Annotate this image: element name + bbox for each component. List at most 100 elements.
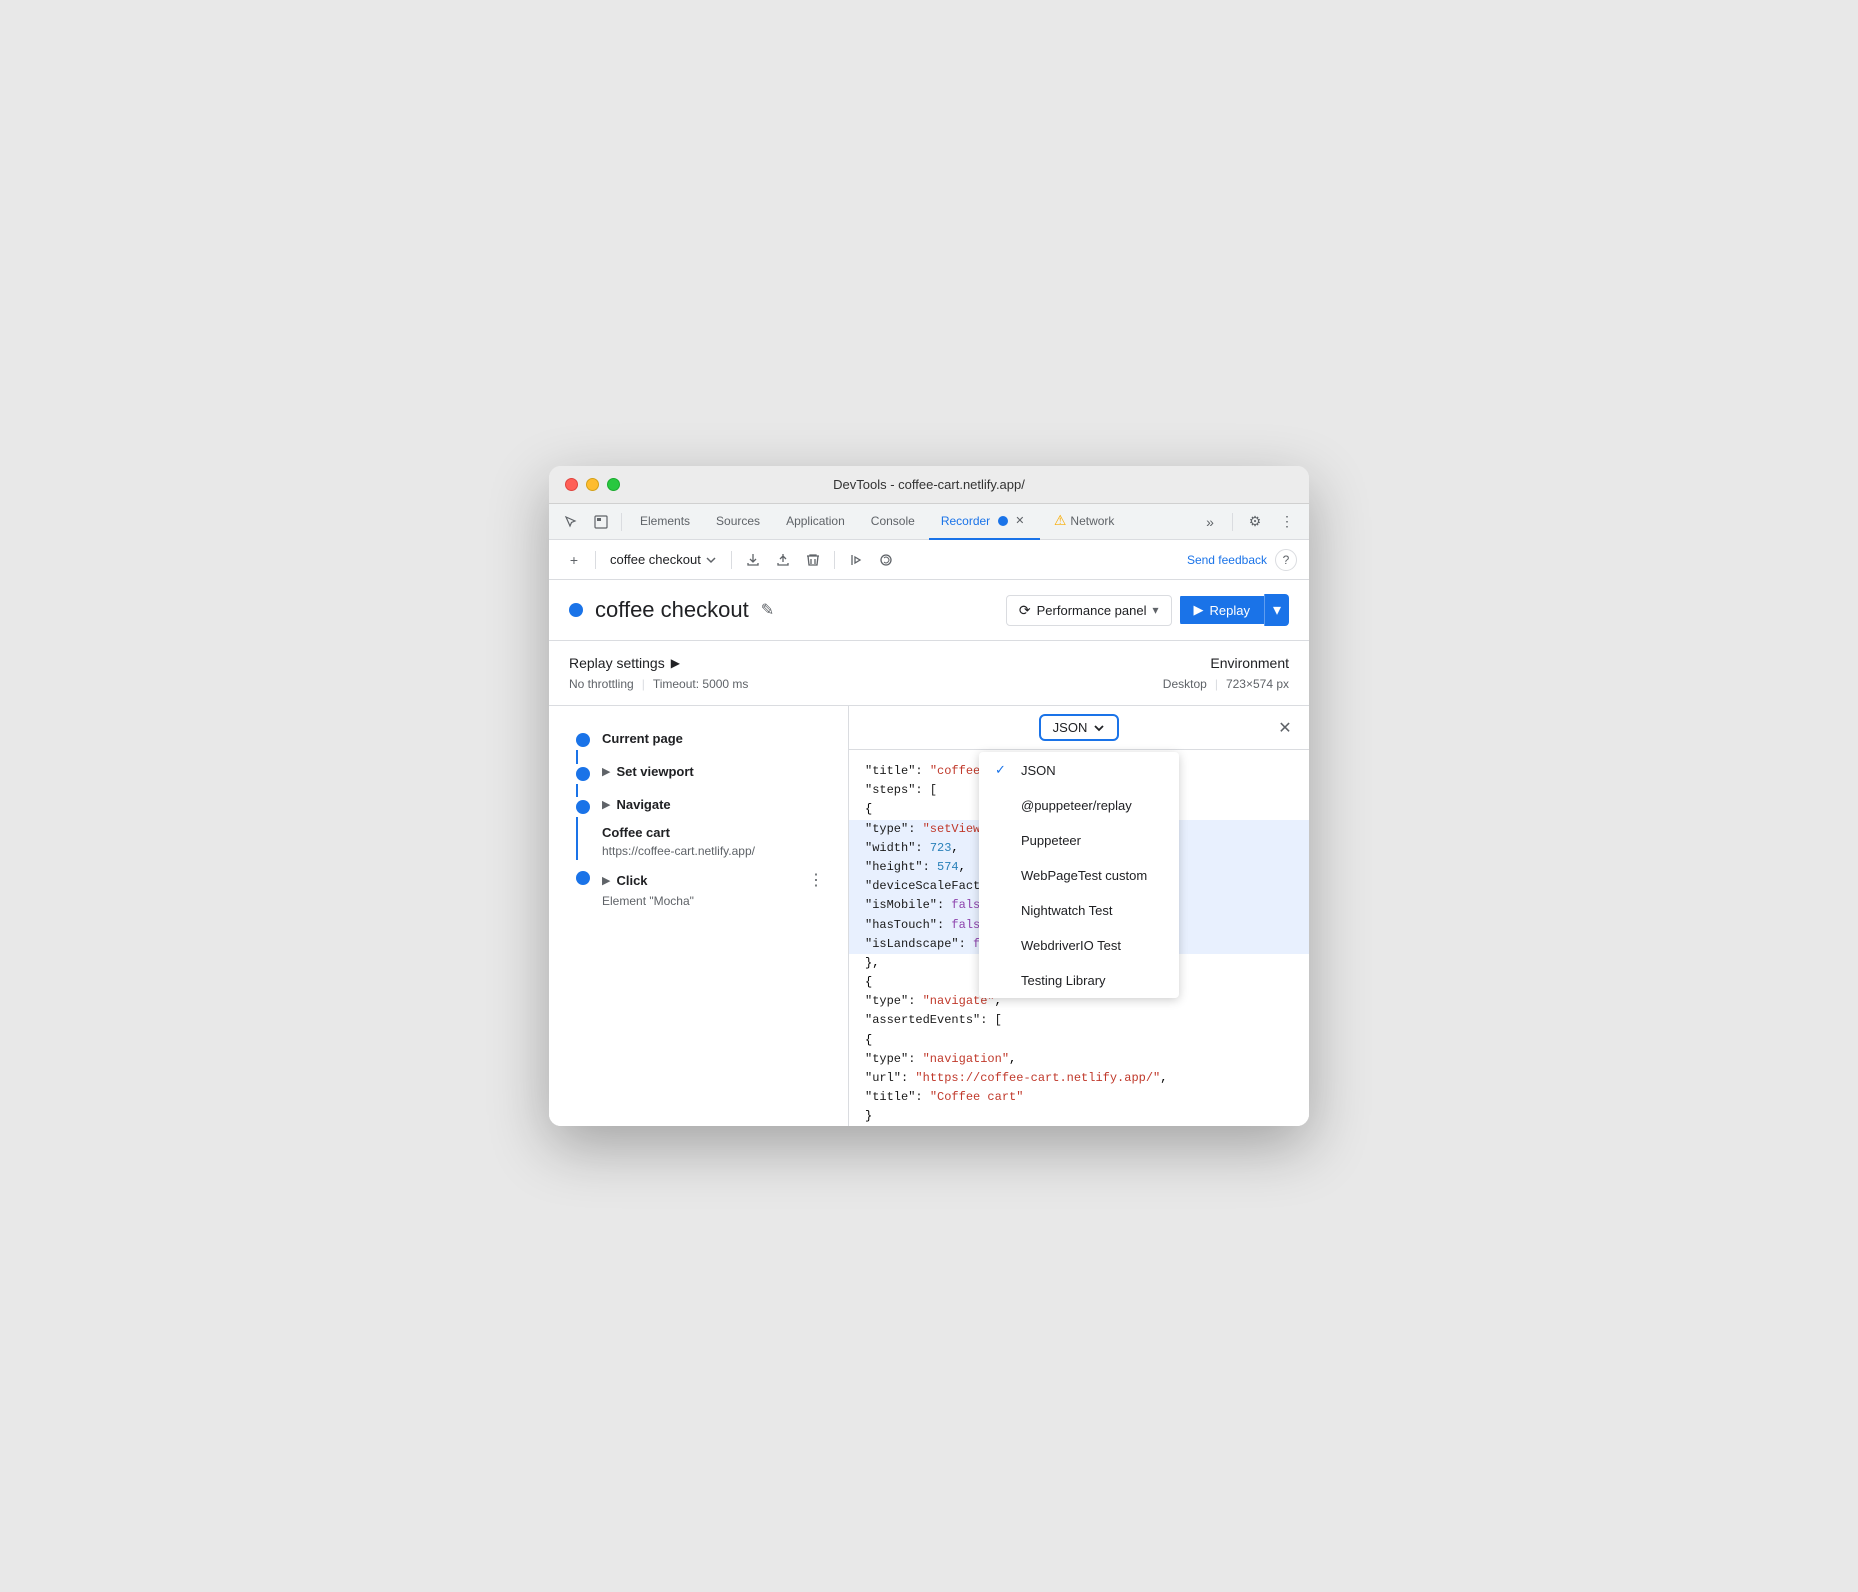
toolbar-separator-2	[731, 551, 732, 569]
json-selector-arrow-icon	[1093, 722, 1105, 734]
step-arrow-set-viewport[interactable]: ▶	[602, 765, 610, 778]
tab-sources[interactable]: Sources	[704, 504, 772, 540]
step-title-click: Click	[616, 873, 647, 888]
environment-meta: Desktop | 723×574 px	[1163, 677, 1289, 691]
step-navigate: ▶ Navigate	[549, 789, 848, 822]
edit-title-icon[interactable]: ✎	[761, 600, 774, 620]
step-current-page: Current page	[549, 722, 848, 756]
dropdown-item-puppeteer-replay[interactable]: @puppeteer/replay	[979, 788, 1179, 823]
import-icon	[776, 553, 790, 567]
step-navigate-row: ▶ Navigate	[602, 797, 828, 812]
json-format-label: JSON	[1053, 720, 1088, 735]
step-set-viewport: ▶ Set viewport	[549, 756, 848, 789]
dropdown-item-webpagetest[interactable]: WebPageTest custom	[979, 858, 1179, 893]
recording-header: coffee checkout ✎ ⟳ Performance panel ▾ …	[549, 580, 1309, 641]
step-more-menu-btn[interactable]: ⋮	[804, 868, 828, 892]
steps-panel: Current page ▶ Set viewport	[549, 706, 849, 1126]
help-btn[interactable]: ?	[1275, 549, 1297, 571]
close-recorder-tab[interactable]: ✕	[1012, 513, 1028, 529]
toolbar-right: Send feedback ?	[1187, 549, 1297, 571]
step-title-navigate: Navigate	[616, 797, 670, 812]
play-step-btn[interactable]	[843, 547, 869, 573]
tab-network-warning[interactable]: ⚠ Network	[1042, 504, 1127, 540]
recording-status-dot	[569, 603, 583, 617]
env-divider: |	[1215, 677, 1218, 691]
tab-separator-2	[1232, 513, 1233, 531]
step-content-set-viewport: ▶ Set viewport	[602, 764, 828, 779]
replay-play-icon: ▶	[1194, 602, 1204, 618]
dropdown-item-json[interactable]: ✓ JSON	[979, 752, 1179, 788]
step-content-navigate: ▶ Navigate	[602, 797, 828, 812]
tabs-bar: Elements Sources Application Console Rec…	[549, 504, 1309, 540]
toolbar-separator-1	[595, 551, 596, 569]
tab-elements[interactable]: Elements	[628, 504, 702, 540]
json-panel: JSON ✓ JSON @puppeteer/replay	[849, 706, 1309, 1126]
title-bar: DevTools - coffee-cart.netlify.app/	[549, 466, 1309, 504]
replay-dropdown-btn[interactable]: ▾	[1264, 594, 1289, 626]
step-click: ▶ Click ⋮ Element "Mocha"	[549, 860, 848, 916]
record-btn[interactable]	[873, 547, 899, 573]
send-feedback-link[interactable]: Send feedback	[1187, 553, 1267, 567]
step-coffee-cart: Coffee cart https://coffee-cart.netlify.…	[549, 822, 848, 860]
play-step-icon	[849, 553, 863, 567]
dropdown-item-puppeteer[interactable]: Puppeteer	[979, 823, 1179, 858]
performance-panel-btn[interactable]: ⟳ Performance panel ▾	[1006, 595, 1172, 626]
json-line-17: "url": "https://coffee-cart.netlify.app/…	[865, 1069, 1293, 1088]
step-content-coffee-cart: Coffee cart https://coffee-cart.netlify.…	[602, 824, 828, 858]
step-arrow-click[interactable]: ▶	[602, 874, 610, 887]
step-content-current-page: Current page	[602, 730, 828, 748]
dropdown-item-testing-library[interactable]: Testing Library	[979, 963, 1179, 998]
selector-chevron-icon	[705, 554, 717, 566]
json-toolbar: JSON ✓ JSON @puppeteer/replay	[849, 706, 1309, 750]
minimize-button[interactable]	[586, 478, 599, 491]
json-panel-close-btn[interactable]: ✕	[1273, 716, 1297, 740]
maximize-button[interactable]	[607, 478, 620, 491]
settings-divider: |	[642, 677, 645, 691]
replay-settings-section: Replay settings ▶ No throttling | Timeou…	[569, 655, 1163, 691]
main-content: Current page ▶ Set viewport	[549, 706, 1309, 1126]
json-line-14: "assertedEvents": [	[865, 1011, 1293, 1030]
tab-application[interactable]: Application	[774, 504, 857, 540]
step-title-coffee-cart: Coffee cart	[602, 825, 670, 840]
tab-recorder[interactable]: Recorder ✕	[929, 504, 1040, 540]
export-icon	[746, 553, 760, 567]
delete-icon	[806, 553, 820, 567]
cursor-icon-btn[interactable]	[557, 508, 585, 536]
step-dot-click	[576, 871, 590, 885]
delete-btn[interactable]	[800, 547, 826, 573]
settings-btn[interactable]: ⚙	[1241, 508, 1269, 536]
check-icon-json: ✓	[995, 762, 1011, 778]
replay-main-btn[interactable]: ▶ Replay	[1180, 596, 1264, 624]
step-arrow-navigate[interactable]: ▶	[602, 798, 610, 811]
traffic-lights	[565, 478, 620, 491]
step-title-set-viewport: Set viewport	[616, 764, 693, 779]
step-dot-current-page	[576, 733, 590, 747]
recording-selector[interactable]: coffee checkout	[604, 550, 723, 569]
add-recording-btn[interactable]: +	[561, 547, 587, 573]
devtools-container: Elements Sources Application Console Rec…	[549, 504, 1309, 1126]
more-options-btn[interactable]: ⋮	[1273, 508, 1301, 536]
json-line-18: "title": "Coffee cart"	[865, 1088, 1293, 1107]
devtools-window: DevTools - coffee-cart.netlify.app/ Elem…	[549, 466, 1309, 1126]
json-line-19: }	[865, 1107, 1293, 1126]
step-subtitle-click: Element "Mocha"	[602, 894, 828, 908]
json-format-selector[interactable]: JSON	[1039, 714, 1120, 741]
step-title-current-page: Current page	[602, 731, 683, 746]
step-dot-set-viewport	[576, 767, 590, 781]
replay-settings-title[interactable]: Replay settings ▶	[569, 655, 1163, 671]
header-actions: ⟳ Performance panel ▾ ▶ Replay ▾	[1006, 594, 1289, 626]
dropdown-item-webdriverio[interactable]: WebdriverIO Test	[979, 928, 1179, 963]
tab-console[interactable]: Console	[859, 504, 927, 540]
more-tabs-btn[interactable]: »	[1196, 508, 1224, 536]
format-dropdown-menu: ✓ JSON @puppeteer/replay Puppeteer	[979, 752, 1179, 998]
recording-title: coffee checkout	[595, 597, 749, 623]
close-button[interactable]	[565, 478, 578, 491]
window-title: DevTools - coffee-cart.netlify.app/	[833, 477, 1025, 492]
dropdown-item-nightwatch[interactable]: Nightwatch Test	[979, 893, 1179, 928]
inspect-icon-btn[interactable]	[587, 508, 615, 536]
json-line-15: {	[865, 1031, 1293, 1050]
import-btn[interactable]	[770, 547, 796, 573]
tabs-more-section: » ⚙ ⋮	[1196, 508, 1301, 536]
export-btn[interactable]	[740, 547, 766, 573]
json-line-16: "type": "navigation",	[865, 1050, 1293, 1069]
